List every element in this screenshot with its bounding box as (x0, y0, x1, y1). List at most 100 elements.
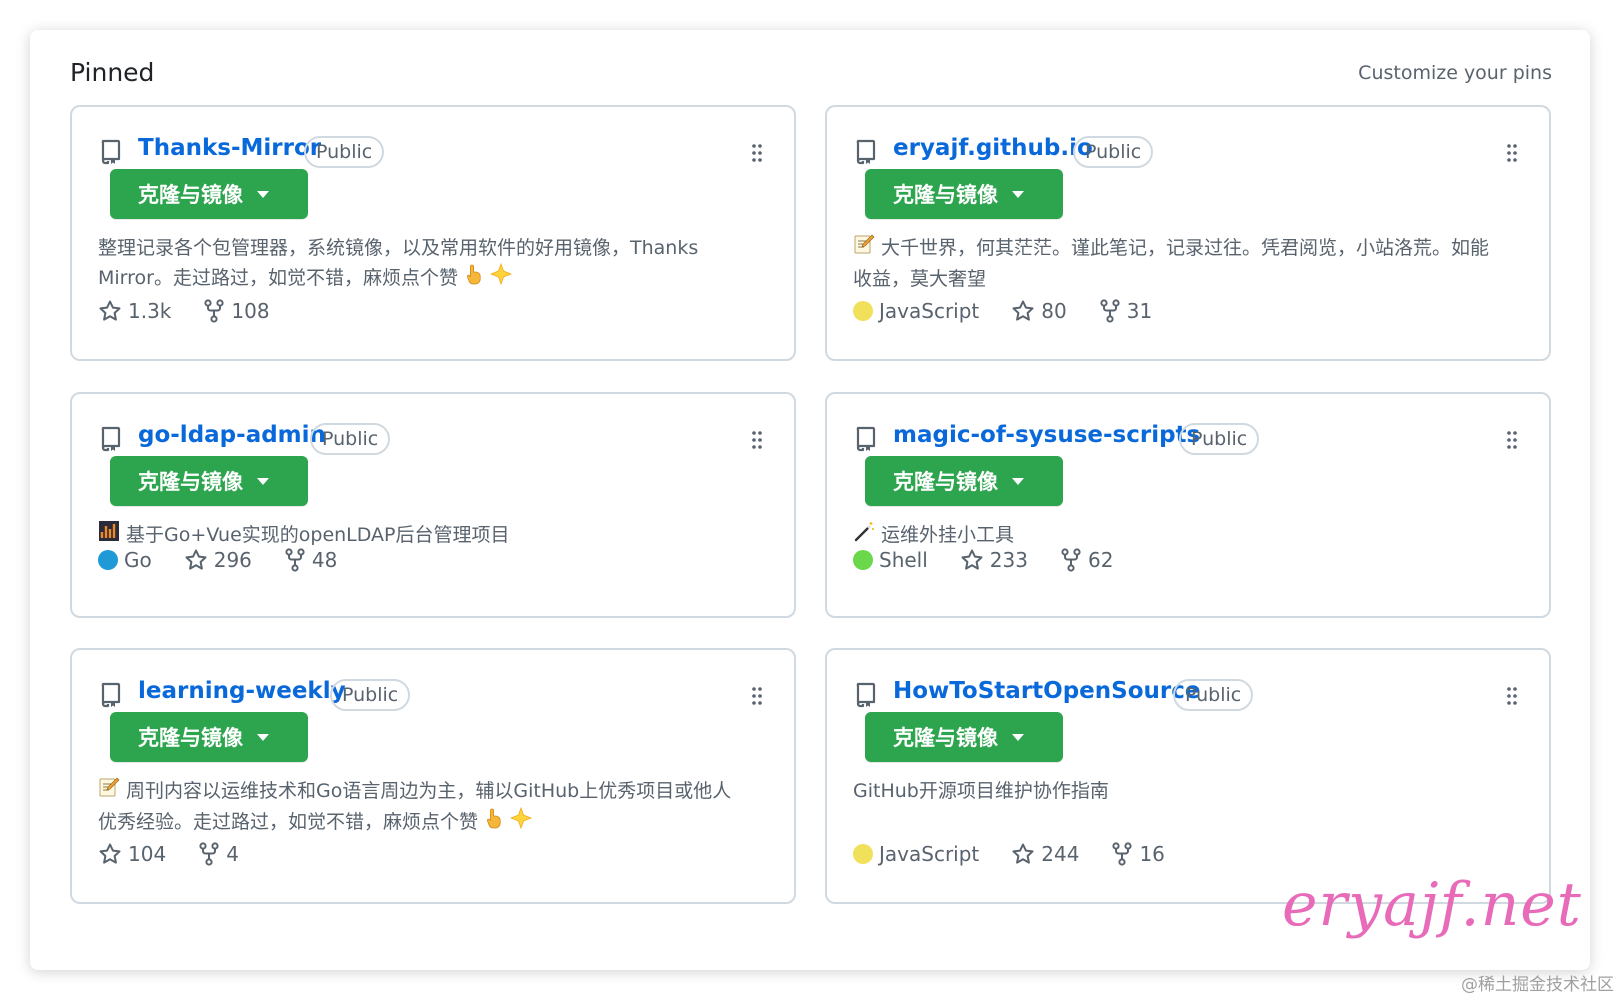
repo-description: 周刊内容以运维技术和Go语言周边为主，辅以GitHub上优秀项目或他人 优秀经验… (98, 776, 748, 838)
fork-count: 31 (1126, 299, 1153, 323)
drag-handle-icon[interactable] (750, 143, 764, 163)
repo-icon (101, 682, 121, 708)
clone-button-label: 克隆与镜像 (893, 726, 998, 750)
stars-link[interactable]: 1.3k (98, 299, 171, 323)
visibility-badge: Public (1173, 679, 1254, 711)
drag-handle-icon[interactable] (1505, 143, 1519, 163)
repo-description: 大千世界，何其茫茫。谨此笔记，记录过往。凭君阅览，小站洛荒。如能 收益，莫大奢望 (853, 233, 1503, 294)
repo-icon (856, 426, 876, 452)
clone-mirror-button[interactable]: 克隆与镜像 (110, 712, 308, 762)
caret-down-icon (257, 733, 269, 741)
forks-link[interactable]: 4 (198, 842, 239, 866)
credit-text: @稀土掘金技术社区 (1461, 975, 1614, 995)
caret-down-icon (1012, 733, 1024, 741)
magic-wand-icon (853, 520, 875, 551)
language: JavaScript (853, 842, 979, 866)
description-line: 优秀经验。走过路过，如觉不错，麻烦点个赞 (98, 811, 479, 833)
repo-name-link[interactable]: learning-weekly (138, 678, 346, 704)
repo-description: 整理记录各个包管理器，系统镜像，以及常用软件的好用镜像，Thanks Mirro… (98, 233, 748, 294)
language: JavaScript (853, 299, 979, 323)
language-color-dot (853, 550, 873, 570)
pinned-repo-card: HowToStartOpenSource Public 克隆与镜像 GitHub… (825, 648, 1551, 904)
star-count: 1.3k (128, 299, 172, 323)
clone-mirror-button[interactable]: 克隆与镜像 (865, 456, 1063, 506)
fork-icon (1100, 299, 1120, 323)
language: Shell (853, 548, 928, 572)
clone-mirror-button[interactable]: 克隆与镜像 (110, 169, 308, 219)
drag-handle-icon[interactable] (1505, 686, 1519, 706)
forks-link[interactable]: 62 (1060, 548, 1113, 572)
sparkle-star-icon (490, 262, 513, 294)
star-icon (99, 843, 121, 864)
caret-down-icon (1012, 190, 1024, 198)
memo-icon (853, 233, 875, 264)
fork-icon (1061, 548, 1081, 572)
forks-link[interactable]: 31 (1099, 299, 1152, 323)
repo-icon (856, 139, 876, 165)
pinned-repo-card: Thanks-Mirror Public 克隆与镜像 整理记录各个包管理器，系统… (70, 105, 796, 361)
fork-icon (204, 299, 224, 323)
clone-button-label: 克隆与镜像 (893, 183, 998, 207)
chart-image-icon (98, 520, 120, 551)
star-count: 296 (213, 548, 252, 572)
fork-icon (285, 548, 305, 572)
clone-mirror-button[interactable]: 克隆与镜像 (865, 169, 1063, 219)
caret-down-icon (257, 190, 269, 198)
pinned-heading: Pinned (70, 58, 155, 87)
fork-count: 108 (231, 299, 270, 323)
pointing-hand-icon (464, 263, 484, 294)
clone-mirror-button[interactable]: 克隆与镜像 (110, 456, 308, 506)
forks-link[interactable]: 108 (203, 299, 270, 323)
language-name: JavaScript (879, 842, 980, 866)
repo-meta: Shell 233 62 (853, 548, 1145, 572)
repo-meta: JavaScript 244 16 (853, 842, 1197, 866)
clone-mirror-button[interactable]: 克隆与镜像 (865, 712, 1063, 762)
star-icon (1012, 300, 1034, 321)
stars-link[interactable]: 296 (184, 548, 252, 572)
clone-button-label: 克隆与镜像 (138, 183, 243, 207)
watermark-text: eryajf.net (1282, 870, 1582, 940)
pinned-repo-card: go-ldap-admin Public 克隆与镜像 基于Go+Vue实现的op… (70, 392, 796, 618)
drag-handle-icon[interactable] (1505, 430, 1519, 450)
repo-meta: 104 4 (98, 842, 271, 866)
stars-link[interactable]: 80 (1011, 299, 1067, 323)
repo-icon (856, 682, 876, 708)
description-line: Mirror。走过路过，如觉不错，麻烦点个赞 (98, 267, 458, 289)
repo-name-link[interactable]: HowToStartOpenSource (893, 678, 1200, 704)
star-icon (99, 300, 121, 321)
repo-name-link[interactable]: go-ldap-admin (138, 422, 326, 448)
visibility-badge: Public (1073, 136, 1154, 168)
visibility-badge: Public (330, 679, 411, 711)
visibility-badge: Public (1179, 423, 1260, 455)
clone-button-label: 克隆与镜像 (138, 726, 243, 750)
description-line: GitHub开源项目维护协作指南 (853, 780, 1109, 802)
language: Go (98, 548, 152, 572)
stars-link[interactable]: 104 (98, 842, 166, 866)
star-count: 104 (128, 842, 167, 866)
fork-icon (199, 842, 219, 866)
drag-handle-icon[interactable] (750, 686, 764, 706)
drag-handle-icon[interactable] (750, 430, 764, 450)
star-count: 80 (1041, 299, 1067, 323)
language-name: JavaScript (879, 299, 980, 323)
stars-link[interactable]: 244 (1011, 842, 1079, 866)
clone-button-label: 克隆与镜像 (138, 470, 243, 494)
forks-link[interactable]: 16 (1111, 842, 1165, 866)
repo-name-link[interactable]: Thanks-Mirror (138, 135, 321, 161)
star-icon (1012, 843, 1034, 864)
stars-link[interactable]: 233 (960, 548, 1028, 572)
description-line: 收益，莫大奢望 (853, 268, 987, 290)
star-icon (961, 549, 983, 570)
description-line: 整理记录各个包管理器，系统镜像，以及常用软件的好用镜像，Thanks (98, 237, 699, 259)
language-color-dot (853, 844, 873, 864)
repo-name-link[interactable]: eryajf.github.io (893, 135, 1093, 161)
fork-count: 4 (226, 842, 239, 866)
fork-icon (1112, 842, 1133, 866)
language-color-dot (98, 550, 118, 570)
description-line: 大千世界，何其茫茫。谨此笔记，记录过往。凭君阅览，小站洛荒。如能 (881, 237, 1490, 259)
star-count: 233 (989, 548, 1028, 572)
customize-pins-link[interactable]: Customize your pins (1358, 62, 1552, 84)
forks-link[interactable]: 48 (284, 548, 337, 572)
memo-icon (98, 776, 120, 807)
repo-name-link[interactable]: magic-of-sysuse-scripts (893, 422, 1200, 448)
